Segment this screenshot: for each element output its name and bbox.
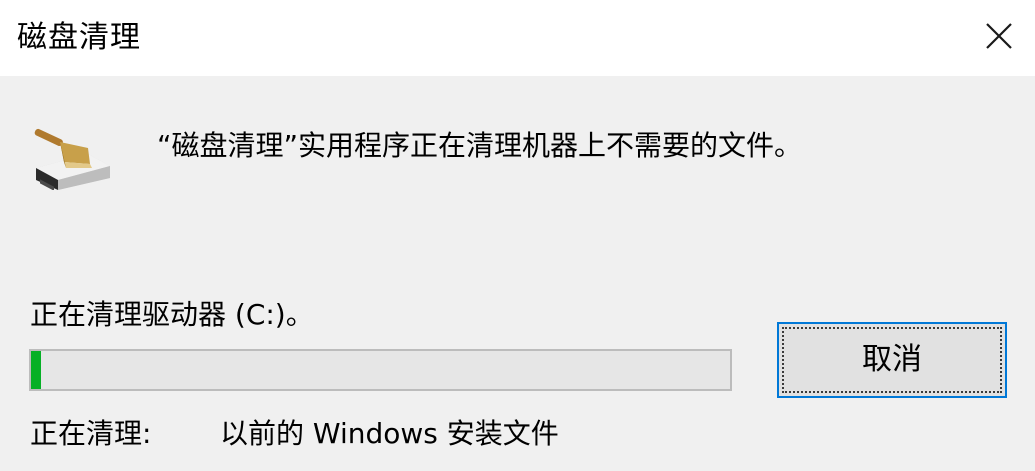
cancel-button-label: 取消 bbox=[862, 342, 922, 377]
progress-fill bbox=[31, 351, 41, 389]
drive-status-text: 正在清理驱动器 (C:)。 bbox=[30, 298, 314, 331]
title-bar: 磁盘清理 bbox=[0, 0, 1035, 76]
status-message: “磁盘清理”实用程序正在清理机器上不需要的文件。 bbox=[157, 129, 803, 162]
disk-cleanup-icon bbox=[30, 128, 114, 191]
close-icon bbox=[986, 23, 1012, 49]
close-button[interactable] bbox=[961, 0, 1035, 76]
window-title: 磁盘清理 bbox=[17, 20, 141, 55]
cancel-button[interactable]: 取消 bbox=[777, 322, 1007, 398]
cleaning-item-text: 以前的 Windows 安装文件 bbox=[220, 417, 559, 450]
disk-cleanup-dialog: 磁盘清理 “磁盘清理”实用程序正在清理机器上不需要的文件。 正在清理驱动器 (C… bbox=[0, 0, 1035, 471]
progress-bar bbox=[29, 349, 732, 391]
cleaning-label: 正在清理: bbox=[30, 417, 152, 450]
